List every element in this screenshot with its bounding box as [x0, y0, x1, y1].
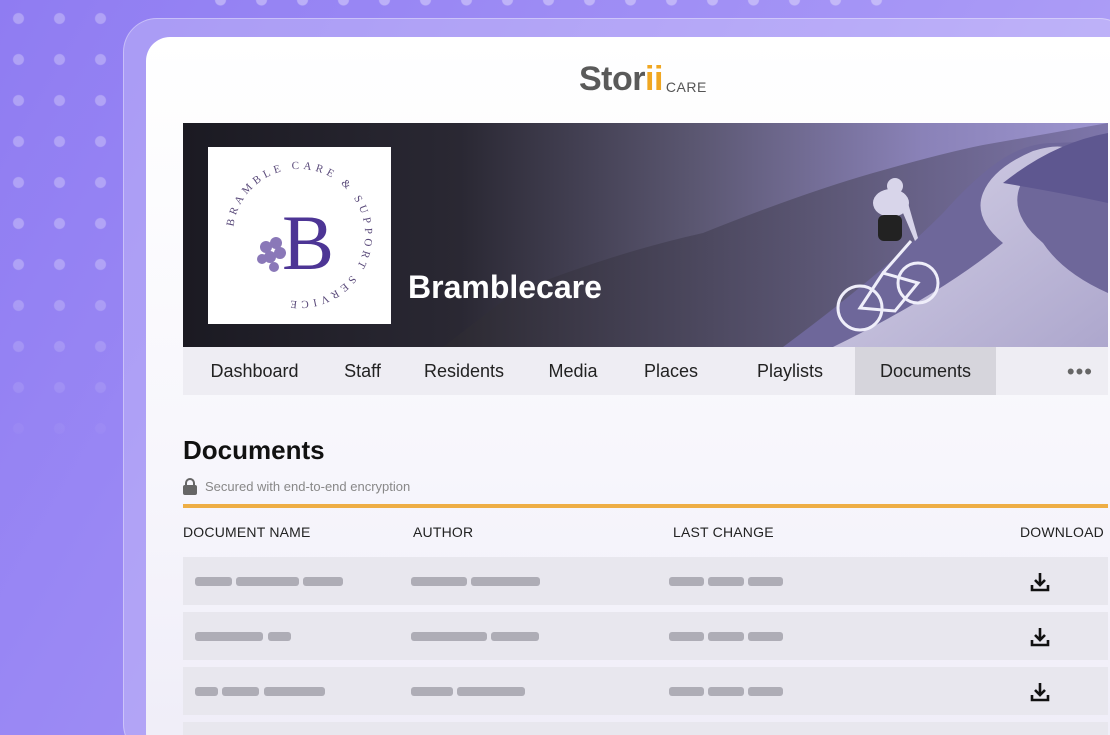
placeholder-bar — [195, 687, 218, 696]
encryption-text: Secured with end-to-end encryption — [205, 479, 411, 494]
decorative-dot-row — [200, 0, 900, 8]
nav-playlists[interactable]: Playlists — [725, 347, 855, 395]
placeholder-bar — [264, 687, 325, 696]
placeholder-bar — [411, 632, 487, 641]
table-row[interactable] — [183, 612, 1108, 660]
placeholder-bar — [303, 577, 343, 586]
download-icon[interactable] — [1029, 681, 1051, 703]
placeholder-bar — [457, 687, 525, 696]
table-row[interactable] — [183, 722, 1108, 735]
section-divider — [183, 504, 1108, 508]
table-row[interactable] — [183, 557, 1108, 605]
placeholder-bar — [669, 632, 704, 641]
placeholder-bar — [491, 632, 539, 641]
app-screen: Storii CARE BRAMBLE CARE & SUPPORT SERVI… — [146, 37, 1110, 735]
organization-name: Bramblecare — [408, 269, 602, 305]
table-header: DOCUMENT NAME AUTHOR LAST CHANGE DOWNLOA… — [183, 524, 1108, 544]
organization-logo: BRAMBLE CARE & SUPPORT SERVICE B — [208, 147, 391, 324]
nav-documents[interactable]: Documents — [855, 347, 996, 395]
placeholder-bar — [748, 577, 783, 586]
nav-more-button[interactable]: ••• — [1067, 359, 1093, 385]
column-download[interactable]: DOWNLOAD — [1020, 524, 1104, 540]
nav-media[interactable]: Media — [529, 347, 617, 395]
column-last-change[interactable]: LAST CHANGE — [673, 524, 774, 540]
placeholder-bar — [195, 577, 232, 586]
placeholder-bar — [748, 632, 783, 641]
table-row[interactable] — [183, 667, 1108, 715]
nav-residents[interactable]: Residents — [399, 347, 529, 395]
logo-letter: B — [282, 199, 334, 286]
profile-banner: BRAMBLE CARE & SUPPORT SERVICE B Bramble… — [183, 123, 1108, 347]
placeholder-bar — [708, 687, 744, 696]
storii-logo: Storii CARE — [579, 55, 707, 99]
placeholder-bar — [669, 577, 704, 586]
logo-word: Stor — [579, 60, 646, 98]
encryption-notice: Secured with end-to-end encryption — [183, 478, 410, 495]
placeholder-bar — [236, 577, 299, 586]
lock-icon — [183, 478, 197, 495]
column-author[interactable]: AUTHOR — [413, 524, 473, 540]
placeholder-bar — [669, 687, 704, 696]
download-icon[interactable] — [1029, 571, 1051, 593]
logo-suffix: CARE — [665, 79, 707, 95]
logo-accent: ii — [645, 60, 663, 98]
nav-dashboard[interactable]: Dashboard — [183, 347, 326, 395]
placeholder-bar — [411, 577, 467, 586]
column-document-name[interactable]: DOCUMENT NAME — [183, 524, 311, 540]
nav-places[interactable]: Places — [617, 347, 725, 395]
placeholder-bar — [708, 632, 744, 641]
download-icon[interactable] — [1029, 626, 1051, 648]
decorative-dot-grid — [0, 0, 130, 460]
placeholder-bar — [748, 687, 783, 696]
placeholder-bar — [222, 687, 259, 696]
placeholder-bar — [708, 577, 744, 586]
page-title: Documents — [183, 435, 325, 465]
placeholder-bar — [195, 632, 263, 641]
placeholder-bar — [471, 577, 540, 586]
main-nav: Dashboard Staff Residents Media Places P… — [183, 347, 1108, 395]
placeholder-bar — [268, 632, 291, 641]
nav-staff[interactable]: Staff — [326, 347, 399, 395]
placeholder-bar — [411, 687, 453, 696]
